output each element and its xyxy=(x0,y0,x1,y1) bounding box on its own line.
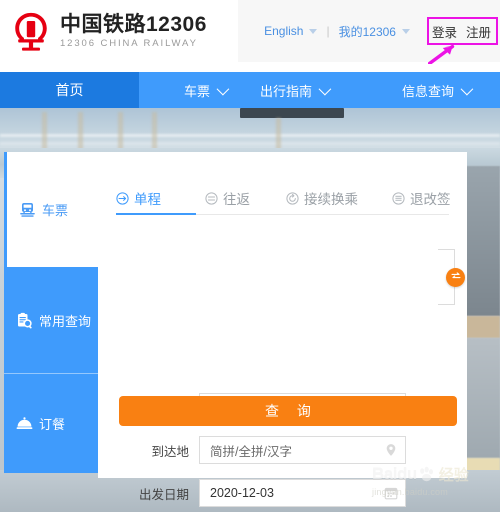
hero-right-band xyxy=(466,338,500,458)
nav-item-info-query[interactable]: 信息查询 xyxy=(402,81,474,100)
page-root: 中国铁路12306 12306 CHINA RAILWAY English | … xyxy=(0,0,500,512)
auth-links: 登录 注册 xyxy=(424,16,498,47)
register-link[interactable]: 注册 xyxy=(466,22,491,41)
train-icon xyxy=(19,201,36,218)
nav-item-home[interactable]: 首页 xyxy=(0,72,139,108)
ticket-search-panel: 单程 往返 接续换乘 退改签 到达地 简拼/全拼/汉字 出发日期 2020-12… xyxy=(98,152,467,507)
site-logo[interactable]: 中国铁路12306 12306 CHINA RAILWAY xyxy=(10,10,207,52)
sidebar-item-meal-order-label: 订餐 xyxy=(39,417,66,432)
refund-icon xyxy=(392,191,405,205)
one-way-arrow-icon xyxy=(116,191,129,205)
tab-one-way-label: 单程 xyxy=(134,192,161,207)
sidebar-item-tickets-label: 车票 xyxy=(42,203,69,218)
login-link[interactable]: 登录 xyxy=(432,22,457,41)
logo-title-cn: 中国铁路12306 xyxy=(60,12,207,36)
nav-item-tickets-label: 车票 xyxy=(184,83,211,99)
to-row: 到达地 简拼/全拼/汉字 xyxy=(123,436,406,464)
nav-item-home-label: 首页 xyxy=(55,82,84,98)
language-selector[interactable]: English xyxy=(264,24,318,38)
round-trip-icon xyxy=(205,191,218,205)
tab-one-way[interactable]: 单程 xyxy=(116,188,161,216)
food-cloche-icon xyxy=(16,415,33,432)
chevron-down-icon xyxy=(318,82,332,95)
my12306-menu[interactable]: 我的12306 xyxy=(339,23,410,40)
my12306-label: 我的12306 xyxy=(338,24,396,39)
header-nav: English | 我的12306 登录 注册 xyxy=(264,0,500,62)
sidebar-item-meal-order[interactable]: 订餐 xyxy=(4,373,98,473)
location-pin-icon xyxy=(384,443,398,457)
sidebar-item-tickets[interactable]: 车票 xyxy=(4,152,98,267)
caret-down-icon xyxy=(309,28,318,34)
transfer-icon xyxy=(286,191,299,205)
tabs-active-indicator xyxy=(116,213,196,215)
language-label: English xyxy=(264,24,304,38)
nav-item-info-query-label: 信息查询 xyxy=(402,83,455,99)
hero-streak xyxy=(0,134,500,137)
booking-sidebar: 车票 常用查询 订餐 xyxy=(4,152,98,473)
date-input-value: 2020-12-03 xyxy=(210,486,274,500)
main-nav: 首页 车票 出行指南 信息查询 xyxy=(0,72,500,108)
sidebar-item-common-query[interactable]: 常用查询 xyxy=(4,267,98,373)
site-header: 中国铁路12306 12306 CHINA RAILWAY English | … xyxy=(0,0,500,66)
hero-overhead-structure xyxy=(240,108,344,118)
swap-stations-button[interactable] xyxy=(446,268,465,287)
date-input[interactable]: 2020-12-03 xyxy=(199,479,406,507)
tab-refund-change[interactable]: 退改签 xyxy=(392,188,451,216)
chevron-down-icon xyxy=(216,82,230,95)
hero-right-band xyxy=(466,166,500,316)
china-railway-emblem-icon xyxy=(10,10,52,52)
nav-item-travel-guide[interactable]: 出行指南 xyxy=(260,81,332,100)
tab-transfer-label: 接续换乘 xyxy=(304,192,358,207)
tab-refund-change-label: 退改签 xyxy=(410,192,451,207)
date-row: 出发日期 2020-12-03 xyxy=(123,479,406,507)
nav-item-tickets[interactable]: 车票 xyxy=(184,81,230,100)
hero-streak xyxy=(0,142,500,145)
header-separator: | xyxy=(326,24,330,38)
tab-round-trip-label: 往返 xyxy=(223,192,250,207)
to-label: 到达地 xyxy=(151,444,189,459)
swap-arrows-icon xyxy=(450,269,462,287)
hero-right-band xyxy=(466,316,500,338)
logo-title-en: 12306 CHINA RAILWAY xyxy=(60,37,198,49)
logo-text: 中国铁路12306 12306 CHINA RAILWAY xyxy=(60,14,207,49)
search-button[interactable]: 查 询 xyxy=(119,396,457,426)
tab-transfer[interactable]: 接续换乘 xyxy=(286,188,358,216)
clipboard-search-icon xyxy=(16,312,33,329)
sidebar-item-common-query-label: 常用查询 xyxy=(39,313,92,329)
nav-item-travel-guide-label: 出行指南 xyxy=(260,83,313,99)
tab-round-trip[interactable]: 往返 xyxy=(205,188,250,216)
search-type-tabs: 单程 往返 接续换乘 退改签 xyxy=(116,188,451,216)
to-input[interactable]: 简拼/全拼/汉字 xyxy=(199,436,406,464)
calendar-icon xyxy=(384,486,398,500)
to-input-placeholder: 简拼/全拼/汉字 xyxy=(210,444,292,459)
nav-items: 车票 出行指南 信息查询 xyxy=(139,72,500,108)
caret-down-icon xyxy=(401,28,410,34)
date-label: 出发日期 xyxy=(138,487,189,502)
chevron-down-icon xyxy=(460,82,474,95)
